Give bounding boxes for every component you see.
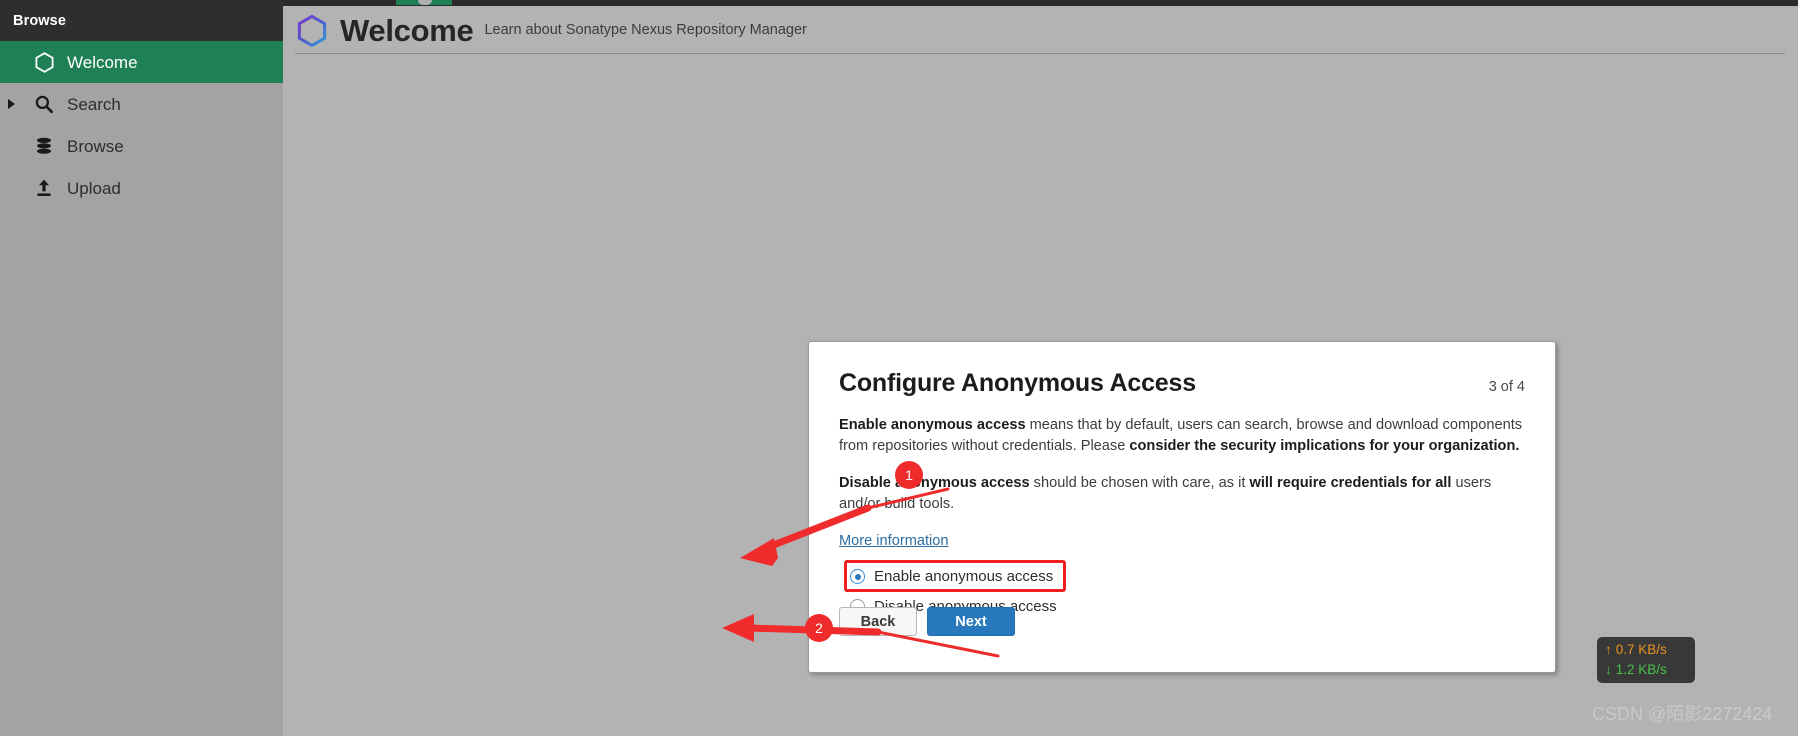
annotation-badge-2: 2: [805, 614, 833, 642]
sidebar-item-search[interactable]: Search: [0, 83, 283, 125]
chevron-right-icon[interactable]: [8, 99, 15, 109]
sidebar-item-browse[interactable]: Browse: [0, 125, 283, 167]
page-subtitle: Learn about Sonatype Nexus Repository Ma…: [484, 22, 807, 38]
download-speed-row: ↓ 1.2 KB/s: [1605, 660, 1687, 680]
page-title: Welcome: [340, 13, 474, 48]
sidebar-item-label: Upload: [67, 178, 121, 198]
sidebar-item-label: Welcome: [67, 52, 138, 72]
upload-speed-row: ↑ 0.7 KB/s: [1605, 640, 1687, 660]
hexagon-logo-icon: [295, 14, 329, 48]
sidebar: Browse Welcome Search Browse Upload: [0, 0, 283, 736]
configure-anonymous-access-dialog: Configure Anonymous Access 3 of 4 Enable…: [808, 341, 1556, 673]
upload-icon: [31, 178, 57, 198]
paragraph-bold-mid: will require credentials for all: [1249, 475, 1452, 492]
back-button[interactable]: Back: [839, 607, 917, 636]
wizard-step-indicator: 3 of 4: [1488, 379, 1525, 395]
paragraph-text-a: should be chosen with care, as it: [1029, 475, 1250, 492]
arrow-down-icon: ↓: [1605, 662, 1612, 677]
sidebar-item-label: Search: [67, 94, 121, 114]
paragraph-bold-lead: Disable anonymous access: [839, 475, 1030, 492]
sidebar-item-upload[interactable]: Upload: [0, 167, 283, 209]
paragraph-bold-mid: consider the security implications for y…: [1129, 437, 1520, 454]
watermark: CSDN @陌影2272424: [1592, 704, 1773, 724]
search-icon: [31, 94, 57, 114]
paragraph-bold-lead: Enable anonymous access: [839, 417, 1026, 433]
download-speed-value: 1.2 KB/s: [1615, 662, 1667, 677]
hexagon-icon: [31, 51, 57, 73]
radio-label: Enable anonymous access: [874, 568, 1054, 586]
dialog-title: Configure Anonymous Access: [839, 369, 1196, 397]
database-icon: [31, 136, 57, 156]
dialog-button-row: Back Next: [839, 607, 1015, 636]
sidebar-header: Browse: [0, 0, 283, 41]
dialog-title-row: Configure Anonymous Access 3 of 4: [839, 369, 1525, 398]
radio-indicator-checked[interactable]: [850, 569, 865, 585]
next-button[interactable]: Next: [927, 607, 1015, 636]
more-information-link[interactable]: More information: [839, 533, 949, 549]
main-content: Welcome Learn about Sonatype Nexus Repos…: [283, 6, 1798, 736]
upload-speed-value: 0.7 KB/s: [1615, 642, 1667, 658]
enable-anonymous-access-radio[interactable]: Enable anonymous access: [839, 564, 1525, 590]
annotation-badge-1: 1: [895, 461, 923, 489]
arrow-up-icon: ↑: [1605, 642, 1612, 658]
sidebar-item-welcome[interactable]: Welcome: [0, 41, 283, 83]
sidebar-item-label: Browse: [67, 136, 124, 156]
app-root: Browse Welcome Search Browse Upload Welc…: [0, 0, 1798, 736]
dialog-paragraph-disable: Disable anonymous access should be chose…: [839, 473, 1525, 514]
sidebar-nav-list: Welcome Search Browse Upload: [0, 41, 283, 209]
network-speed-widget[interactable]: ↑ 0.7 KB/s ↓ 1.2 KB/s: [1597, 637, 1695, 683]
dialog-paragraph-enable: Enable anonymous access means that by de…: [839, 415, 1525, 456]
page-header: Welcome Learn about Sonatype Nexus Repos…: [295, 8, 1785, 54]
